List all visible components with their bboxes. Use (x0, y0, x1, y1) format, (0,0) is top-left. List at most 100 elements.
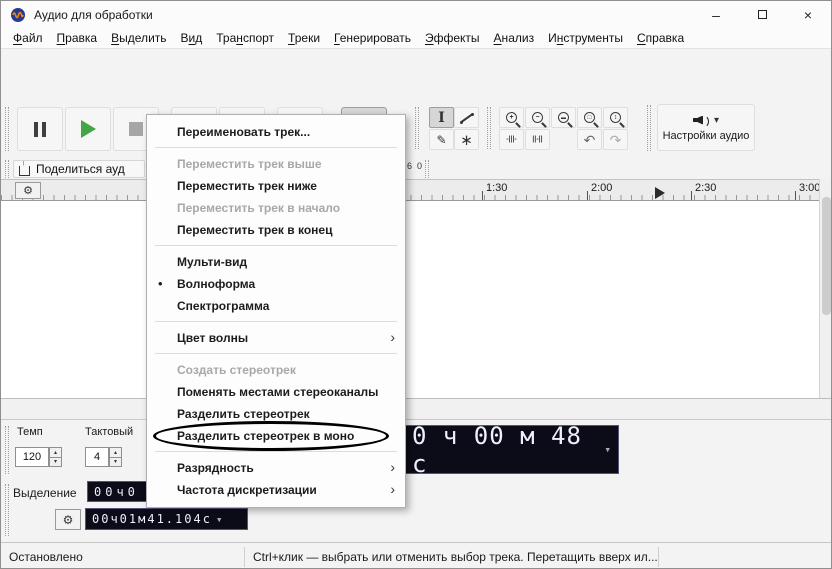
menubar-item-help[interactable]: Справка (630, 29, 691, 47)
zoom-selection-button[interactable]: ▬ (551, 107, 576, 128)
menubar-item-file[interactable]: Файл (6, 29, 50, 47)
time-signature-stepper[interactable]: ▴ ▾ (109, 447, 122, 467)
context-menu-item-sample-rate[interactable]: Частота дискретизации › (147, 479, 405, 501)
context-menu-item-move-track-up: Переместить трек выше (177, 157, 322, 171)
vertical-scrollbar-thumb[interactable] (822, 197, 831, 315)
zoom-out-button[interactable]: − (525, 107, 550, 128)
selection-tool-button[interactable]: I (429, 107, 454, 128)
timeline-label: 2:00 (591, 182, 613, 194)
context-menu-separator (155, 353, 397, 354)
horizontal-scrollbar[interactable] (1, 398, 831, 419)
timeline-major-tick (691, 191, 692, 200)
menubar-item-view[interactable]: Вид (174, 29, 210, 47)
redo-button[interactable]: ↷ (603, 129, 628, 150)
submenu-arrow-icon: › (390, 481, 395, 497)
context-menu-item-swap-stereo-channels[interactable]: Поменять местами стереоканалы (147, 381, 405, 403)
audio-settings-button[interactable]: ▾ Настройки аудио (657, 104, 755, 151)
playhead-marker[interactable] (655, 187, 665, 199)
transport-toolbar-grip[interactable] (5, 107, 9, 151)
zoom-out-icon: − (532, 112, 543, 123)
menubar-item-analyze[interactable]: Анализ (487, 29, 542, 47)
draw-tool-button[interactable]: ✎ (429, 129, 454, 150)
context-menu-item-split-stereo[interactable]: Разделить стереотрек (147, 403, 405, 425)
trim-audio-button[interactable]: -|||- (499, 129, 524, 150)
time-signature-input[interactable]: 4 (85, 447, 109, 467)
status-state: Остановлено (9, 550, 83, 564)
pause-button[interactable] (17, 107, 63, 151)
status-message: Ctrl+клик — выбрать или отменить выбор т… (253, 550, 658, 564)
context-menu-separator (155, 451, 397, 452)
selection-label: Выделение (13, 486, 77, 500)
undo-button[interactable]: ↶ (577, 129, 602, 150)
silence-audio-button[interactable]: ||-|| (525, 129, 550, 150)
share-audio-label: Поделиться ауд (36, 162, 125, 176)
menubar-item-tools[interactable]: Инструменты (541, 29, 630, 47)
envelope-tool-button[interactable] (454, 107, 479, 128)
time-format-dropdown-icon[interactable]: ▾ (216, 513, 225, 526)
vertical-scrollbar[interactable] (819, 179, 831, 398)
selection-start-value: 00ч0 (94, 484, 139, 499)
tempo-label: Темп (17, 426, 43, 438)
audio-setup-toolbar-grip[interactable] (647, 105, 651, 151)
stepper-up-icon[interactable]: ▴ (109, 447, 122, 458)
zoom-selection-icon: ▬ (558, 112, 569, 123)
share-audio-button[interactable]: Поделиться ауд (13, 160, 145, 178)
pause-icon (34, 121, 46, 137)
timeline-options-button[interactable]: ⚙ (15, 182, 41, 199)
share-icon (19, 161, 30, 176)
context-menu-item-wave-color[interactable]: Цвет волны › (147, 327, 405, 349)
menubar-item-effects[interactable]: Эффекты (418, 29, 487, 47)
undo-icon: ↶ (583, 131, 596, 148)
menubar-item-transport[interactable]: Транспорт (209, 29, 281, 47)
audio-position-display[interactable]: 0 ч 00 м 48 с ▾ (401, 425, 619, 474)
stepper-up-icon[interactable]: ▴ (49, 447, 62, 458)
tempo-input[interactable]: 120 (15, 447, 49, 467)
zoom-in-button[interactable]: + (499, 107, 524, 128)
menubar-item-select[interactable]: Выделить (104, 29, 173, 47)
trim-audio-icon: -|||- (506, 136, 517, 143)
meter-scale-tick: 6 (407, 161, 413, 171)
zoom-in-icon: + (506, 112, 517, 123)
toolbar-dock: I ✎ ∗ + − ▬ □ ↕ -|||- ||-|| ↶ ↷ ▾ Настро… (1, 49, 831, 198)
zoom-toggle-button[interactable]: ↕ (603, 107, 628, 128)
menubar-item-edit[interactable]: Правка (50, 29, 105, 47)
selection-end-value: 00ч01м41.104с (92, 512, 212, 526)
zoom-toolbar-grip[interactable] (487, 107, 491, 149)
tempo-stepper[interactable]: ▴ ▾ (49, 447, 62, 467)
selection-options-button[interactable]: ⚙ (55, 509, 81, 530)
context-menu-item-multi-view[interactable]: Мульти-вид (147, 251, 405, 273)
time-format-dropdown-icon[interactable]: ▾ (604, 443, 612, 456)
silence-audio-icon: ||-|| (532, 136, 543, 143)
gear-icon: ⚙ (62, 512, 74, 527)
close-button[interactable]: × (785, 1, 831, 28)
play-button[interactable] (65, 107, 111, 151)
context-menu-item-waveform-view[interactable]: Волноформа • (147, 273, 405, 295)
stepper-down-icon[interactable]: ▾ (109, 457, 122, 467)
tools-toolbar-grip[interactable] (415, 107, 419, 149)
multi-tool-button[interactable]: ∗ (454, 129, 479, 150)
menubar-item-tracks[interactable]: Треки (281, 29, 327, 47)
maximize-icon (757, 10, 767, 19)
context-menu-item-move-track-down[interactable]: Переместить трек ниже (147, 175, 405, 197)
menubar-item-generate[interactable]: Генерировать (327, 29, 418, 47)
time-toolbar-grip[interactable] (5, 426, 9, 474)
selection-end-field[interactable]: 00ч01м41.104с ▾ (85, 508, 248, 530)
selection-toolbar-grip[interactable] (5, 484, 9, 536)
context-menu-item-spectrogram-view[interactable]: Спектрограмма (147, 295, 405, 317)
context-menu-item-move-track-bottom[interactable]: Переместить трек в конец (147, 219, 405, 241)
context-menu-item-rename-track[interactable]: Переименовать трек... (147, 121, 405, 143)
stop-icon (129, 122, 143, 136)
draw-tool-icon: ✎ (436, 132, 447, 147)
audacity-window: Аудио для обработки – × Файл Правка Выдели… (0, 0, 832, 569)
context-menu-item-sample-format[interactable]: Разрядность › (147, 457, 405, 479)
maximize-button[interactable] (739, 1, 785, 28)
statusbar-divider (658, 547, 659, 567)
timeline-ruler[interactable]: ⚙ 1:30 2:00 2:30 3:00 (1, 179, 831, 201)
context-menu-separator (155, 245, 397, 246)
context-menu-item-move-track-top: Переместить трек в начало (177, 201, 341, 215)
context-menu-separator (155, 147, 397, 148)
context-menu-item-split-stereo-to-mono[interactable]: Разделить стереотрек в моно (147, 425, 405, 447)
stepper-down-icon[interactable]: ▾ (49, 457, 62, 467)
minimize-button[interactable]: – (693, 1, 739, 28)
zoom-project-button[interactable]: □ (577, 107, 602, 128)
